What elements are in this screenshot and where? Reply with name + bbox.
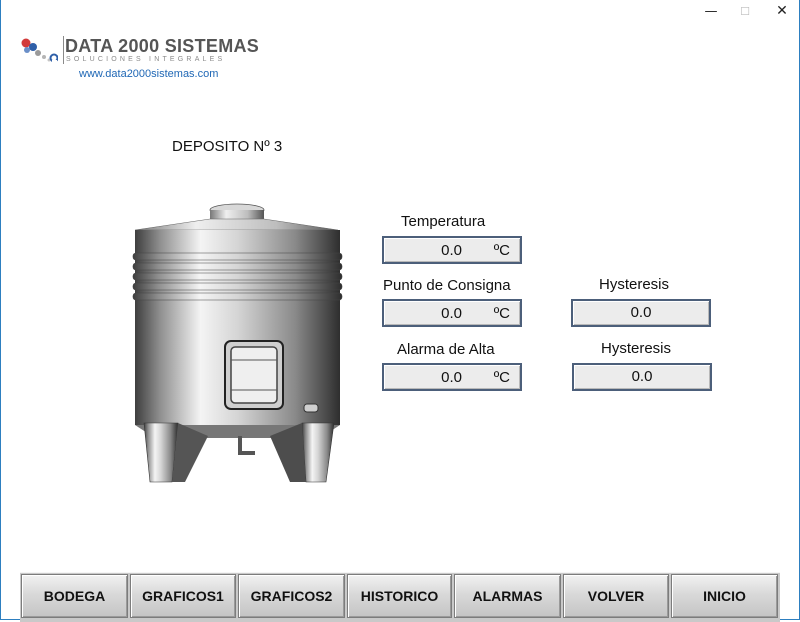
alarma-alta-value: 0.0 bbox=[441, 369, 462, 386]
punto-consigna-value: 0.0 bbox=[441, 305, 462, 322]
logo-title: DATA 2000 SISTEMAS bbox=[65, 36, 260, 56]
alarma-alta-unit: ºC bbox=[493, 369, 510, 386]
temperatura-unit: ºC bbox=[493, 242, 510, 259]
temperatura-label: Temperatura bbox=[401, 213, 486, 230]
punto-consigna-label: Punto de Consigna bbox=[383, 277, 511, 294]
alarma-alta-field[interactable]: 0.0 ºC bbox=[382, 363, 522, 391]
logo-mark-icon bbox=[21, 38, 58, 64]
punto-consigna-field[interactable]: 0.0 ºC bbox=[382, 299, 522, 327]
temperatura-field[interactable]: 0.0 ºC bbox=[382, 236, 522, 264]
hysteresis-1-field[interactable]: 0.0 bbox=[571, 299, 711, 327]
volver-button[interactable]: VOLVER bbox=[563, 574, 669, 618]
hysteresis-2-label: Hysteresis bbox=[601, 340, 672, 357]
minimize-icon[interactable]: — bbox=[694, 2, 728, 20]
inicio-button[interactable]: INICIO bbox=[671, 574, 778, 618]
close-icon[interactable]: ✕ bbox=[765, 2, 799, 20]
hysteresis-2-value: 0.0 bbox=[631, 368, 653, 385]
hysteresis-2-field[interactable]: 0.0 bbox=[572, 363, 712, 391]
punto-consigna-unit: ºC bbox=[493, 305, 510, 322]
logo-url-link[interactable]: www.data2000sistemas.com bbox=[79, 68, 218, 80]
alarma-alta-label: Alarma de Alta bbox=[397, 341, 495, 358]
historico-button[interactable]: HISTORICO bbox=[347, 574, 452, 618]
maximize-icon[interactable]: ☐ bbox=[728, 2, 762, 20]
tank-illustration bbox=[132, 203, 343, 483]
logo-subtitle: SOLUCIONES INTEGRALES bbox=[66, 56, 226, 63]
graficos1-button[interactable]: GRAFICOS1 bbox=[130, 574, 236, 618]
hysteresis-1-value: 0.0 bbox=[630, 304, 652, 321]
alarmas-button[interactable]: ALARMAS bbox=[454, 574, 561, 618]
bodega-button[interactable]: BODEGA bbox=[21, 574, 128, 618]
temperatura-value: 0.0 bbox=[441, 242, 462, 259]
logo-divider bbox=[63, 36, 64, 64]
hysteresis-1-label: Hysteresis bbox=[599, 276, 670, 293]
graficos2-button[interactable]: GRAFICOS2 bbox=[238, 574, 345, 618]
page-title: DEPOSITO Nº 3 bbox=[172, 138, 283, 155]
